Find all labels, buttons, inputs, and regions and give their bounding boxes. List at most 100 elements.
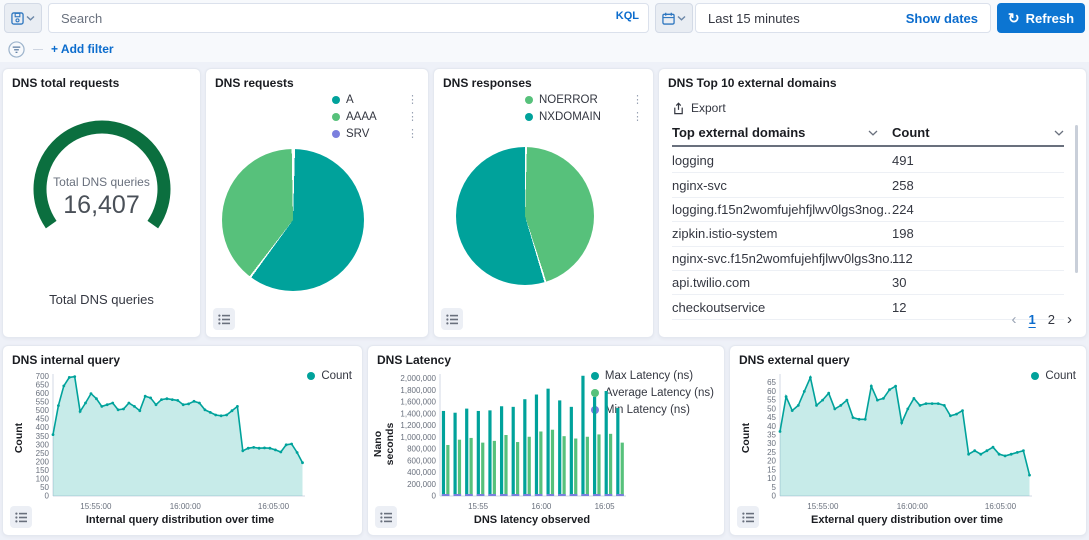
svg-text:100: 100 [36,474,50,483]
time-range-value: Last 15 minutes [708,11,800,26]
time-range-input[interactable]: Last 15 minutes Show dates [695,3,991,33]
legend-toggle-button[interactable] [737,506,759,528]
panel-dns-total-requests: DNS total requests Total DNS queries 16,… [2,68,201,338]
table-body: logging491nginx-svc258logging.f15n2womfu… [672,149,1064,320]
pie-legend: NOERROR⋮ NXDOMAIN⋮ [525,93,643,123]
table-row: api.twilio.com30 [672,271,1064,295]
svg-text:15:55:00: 15:55:00 [80,502,112,511]
svg-text:250: 250 [36,449,50,458]
legend-dot [525,113,533,121]
svg-text:16:05: 16:05 [595,502,616,511]
save-icon [11,12,24,25]
export-icon [672,102,685,115]
svg-text:400,000: 400,000 [407,468,436,477]
legend-item[interactable]: NXDOMAIN⋮ [525,110,643,123]
sort-chevron-icon [1054,130,1064,136]
panel-dns-internal-query: DNS internal query Count Count 050100150… [2,345,363,536]
pagination-next-icon[interactable]: › [1067,311,1072,328]
svg-text:10: 10 [767,474,776,483]
svg-text:16:05:00: 16:05:00 [985,502,1017,511]
legend-item[interactable]: AAAA⋮ [332,110,418,123]
legend-actions-icon[interactable]: ⋮ [632,110,643,123]
panel-dns-requests: DNS requests A⋮ AAAA⋮ SRV⋮ [205,68,429,338]
svg-text:600,000: 600,000 [407,456,436,465]
bar-chart-latency: 0 200,000 400,000 600,000 800,000 1,000,000 1,… [380,368,632,514]
legend-toggle-button[interactable] [213,308,235,330]
legend-toggle-button[interactable] [375,506,397,528]
legend-actions-icon[interactable]: ⋮ [632,93,643,106]
table-scrollbar[interactable] [1075,125,1078,273]
pie-legend: A⋮ AAAA⋮ SRV⋮ [332,93,418,140]
panel-title: DNS Top 10 external domains [668,76,837,90]
pie-chart-dns-requests[interactable] [222,149,364,291]
svg-text:150: 150 [36,466,50,475]
svg-text:55: 55 [767,396,776,405]
table-row: logging.f15n2womfujehfjlwv0lgs3nog....22… [672,198,1064,222]
export-button[interactable]: Export [672,101,726,115]
legend-actions-icon[interactable]: ⋮ [407,127,418,140]
svg-text:1,200,000: 1,200,000 [400,421,436,430]
column-header-count[interactable]: Count [892,125,1064,140]
svg-text:800,000: 800,000 [407,445,436,454]
x-axis-title: Internal query distribution over time [15,514,315,526]
search-input[interactable] [48,3,649,33]
legend-actions-icon[interactable]: ⋮ [407,110,418,123]
table-row: zipkin.istio-system198 [672,222,1064,246]
pagination-page-1[interactable]: 1 [1029,312,1036,327]
svg-text:0: 0 [432,492,437,501]
svg-text:1,000,000: 1,000,000 [400,433,436,442]
svg-text:450: 450 [36,415,50,424]
pagination-prev-icon[interactable]: ‹ [1012,311,1017,328]
legend-dot [332,113,340,121]
svg-text:1,600,000: 1,600,000 [400,398,436,407]
legend-item[interactable]: SRV⋮ [332,127,418,140]
panel-title: DNS requests [215,76,294,90]
legend-toggle-button[interactable] [10,506,32,528]
svg-text:15: 15 [767,465,776,474]
kql-language-button[interactable]: KQL [616,10,639,22]
svg-text:600: 600 [36,389,50,398]
area-chart-internal: 0501001502002503003504004505005506006507… [15,368,315,514]
svg-text:40: 40 [767,422,776,431]
svg-text:25: 25 [767,448,776,457]
legend-toggle-button[interactable] [441,308,463,330]
date-picker-quick-menu-button[interactable] [655,3,693,33]
svg-text:50: 50 [767,404,776,413]
column-header-domains[interactable]: Top external domains [672,125,892,140]
panel-top-external-domains: DNS Top 10 external domains Export Top e… [658,68,1087,338]
list-icon [15,512,27,523]
legend-item[interactable]: NOERROR⋮ [525,93,643,106]
panel-title: DNS Latency [377,353,451,367]
filter-bar: + Add filter [8,39,114,59]
svg-text:300: 300 [36,440,50,449]
add-filter-button[interactable]: + Add filter [51,42,114,56]
pagination: ‹ 1 2 › [1012,311,1072,328]
filter-settings-icon[interactable] [8,41,25,58]
show-dates-button[interactable]: Show dates [906,11,978,26]
svg-text:16:00:00: 16:00:00 [897,502,929,511]
pie-chart-dns-responses[interactable] [456,147,594,285]
saved-query-button[interactable] [4,3,42,33]
svg-text:200,000: 200,000 [407,480,436,489]
svg-text:200: 200 [36,457,50,466]
svg-text:5: 5 [772,483,777,492]
legend-item[interactable]: A⋮ [332,93,418,106]
legend-dot [525,96,533,104]
refresh-button[interactable]: ↻ Refresh [997,3,1085,33]
svg-text:50: 50 [40,483,49,492]
sort-chevron-icon [868,130,878,136]
list-icon [742,512,754,523]
calendar-icon [662,12,675,25]
table-header: Top external domains Count [672,125,1064,147]
legend-actions-icon[interactable]: ⋮ [407,93,418,106]
table-row: logging491 [672,149,1064,173]
panel-title: DNS external query [739,353,850,367]
list-icon [218,314,230,325]
chevron-down-icon [677,15,686,21]
svg-text:15:55: 15:55 [468,502,489,511]
svg-text:700: 700 [36,372,50,381]
gauge-center-label: Total DNS queries [12,175,192,189]
table-row: checkoutservice12 [672,295,1064,319]
pagination-page-2[interactable]: 2 [1048,312,1055,327]
x-axis-title: External query distribution over time [742,514,1042,526]
